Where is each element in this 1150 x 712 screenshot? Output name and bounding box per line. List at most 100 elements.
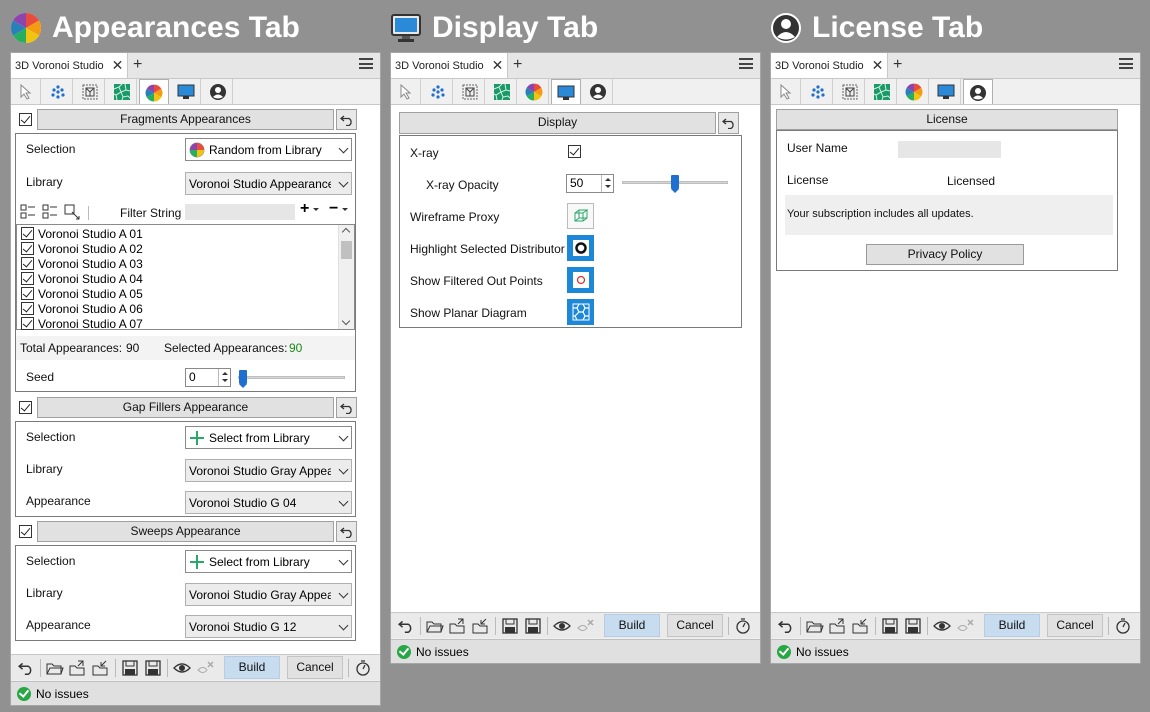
list-item-checkbox[interactable] bbox=[21, 272, 34, 285]
tab-display[interactable] bbox=[551, 79, 581, 105]
build-button[interactable]: Build bbox=[224, 656, 280, 679]
list-item[interactable]: Voronoi Studio A 06 bbox=[21, 301, 143, 316]
cancel-button[interactable]: Cancel bbox=[287, 656, 343, 679]
build-button[interactable]: Build bbox=[604, 614, 660, 637]
list-item[interactable]: Voronoi Studio A 02 bbox=[21, 241, 143, 256]
appearance-list[interactable]: Voronoi Studio A 01 Voronoi Studio A 02 … bbox=[16, 224, 355, 331]
tab-appearances[interactable] bbox=[519, 79, 549, 104]
tab-select[interactable] bbox=[391, 79, 421, 104]
list-item-checkbox[interactable] bbox=[21, 242, 34, 255]
open-button[interactable] bbox=[804, 615, 826, 637]
timer-button[interactable] bbox=[352, 657, 374, 679]
seed-spinbox[interactable]: 0 bbox=[185, 368, 231, 387]
document-tab[interactable]: 3D Voronoi Studio ✕ bbox=[391, 53, 509, 78]
hamburger-menu-icon[interactable] bbox=[359, 58, 373, 69]
timer-button[interactable] bbox=[732, 615, 754, 637]
spin-arrows-icon[interactable] bbox=[218, 369, 230, 386]
open-button[interactable] bbox=[424, 615, 446, 637]
sweeps-reset-button[interactable] bbox=[336, 521, 357, 542]
add-filter-icon[interactable]: + bbox=[300, 200, 309, 218]
tab-bounds[interactable] bbox=[455, 79, 485, 104]
remove-filter-icon[interactable]: − bbox=[329, 200, 338, 218]
list-item-checkbox[interactable] bbox=[21, 227, 34, 240]
tab-display[interactable] bbox=[931, 79, 961, 104]
show-planar-diagram-toggle[interactable] bbox=[567, 299, 594, 325]
export-button[interactable] bbox=[827, 615, 849, 637]
tab-bounds[interactable] bbox=[835, 79, 865, 104]
fragments-selection-dropdown[interactable]: Random from Library bbox=[185, 138, 352, 161]
export-button[interactable] bbox=[447, 615, 469, 637]
wireframe-proxy-toggle[interactable] bbox=[567, 203, 594, 229]
xray-opacity-slider-thumb[interactable] bbox=[671, 175, 679, 193]
license-section-header[interactable]: License bbox=[776, 109, 1118, 130]
highlight-distributor-toggle[interactable] bbox=[567, 235, 594, 261]
xray-opacity-spinbox[interactable]: 50 bbox=[566, 174, 614, 193]
gap-fillers-section-header[interactable]: Gap Fillers Appearance bbox=[37, 397, 334, 418]
tab-license[interactable] bbox=[583, 79, 613, 104]
filter-string-input[interactable] bbox=[185, 204, 295, 220]
display-reset-button[interactable] bbox=[718, 112, 739, 134]
tab-voronoi[interactable] bbox=[487, 79, 517, 104]
tab-points[interactable] bbox=[423, 79, 453, 104]
fragments-section-header[interactable]: Fragments Appearances bbox=[37, 109, 334, 130]
tab-points[interactable] bbox=[803, 79, 833, 104]
list-item[interactable]: Voronoi Studio A 07 bbox=[21, 316, 143, 331]
sweeps-appearance-dropdown[interactable]: Voronoi Studio G 12 bbox=[185, 615, 352, 638]
import-button[interactable] bbox=[470, 615, 492, 637]
close-icon[interactable]: ✕ bbox=[872, 57, 884, 74]
list-item-checkbox[interactable] bbox=[21, 287, 34, 300]
sweeps-section-header[interactable]: Sweeps Appearance bbox=[37, 521, 334, 542]
new-tab-plus-icon[interactable]: + bbox=[513, 56, 522, 74]
hamburger-menu-icon[interactable] bbox=[1119, 58, 1133, 69]
seed-slider-track[interactable] bbox=[238, 376, 345, 379]
fragments-library-dropdown[interactable]: Voronoi Studio Appearance Lib bbox=[185, 172, 352, 195]
tab-select[interactable] bbox=[771, 79, 801, 104]
import-button[interactable] bbox=[850, 615, 872, 637]
document-tab[interactable]: 3D Voronoi Studio ✕ bbox=[11, 53, 129, 78]
save-as-button[interactable] bbox=[142, 657, 164, 679]
tab-voronoi[interactable] bbox=[107, 79, 137, 104]
chevron-down-icon[interactable] bbox=[341, 316, 351, 326]
fragments-enable-checkbox[interactable] bbox=[19, 113, 32, 126]
tab-appearances[interactable] bbox=[899, 79, 929, 104]
uncheck-all-icon[interactable] bbox=[42, 204, 58, 220]
list-item-checkbox[interactable] bbox=[21, 302, 34, 315]
list-item-checkbox[interactable] bbox=[21, 317, 34, 330]
show-filtered-points-toggle[interactable] bbox=[567, 267, 594, 293]
cancel-button[interactable]: Cancel bbox=[667, 614, 723, 637]
list-scrollbar[interactable] bbox=[338, 225, 354, 329]
scrollbar-thumb[interactable] bbox=[341, 241, 352, 259]
tab-voronoi[interactable] bbox=[867, 79, 897, 104]
close-icon[interactable]: ✕ bbox=[492, 57, 504, 74]
list-item[interactable]: Voronoi Studio A 04 bbox=[21, 271, 143, 286]
sweeps-selection-dropdown[interactable]: Select from Library bbox=[185, 550, 352, 573]
open-button[interactable] bbox=[44, 657, 66, 679]
tab-appearances[interactable] bbox=[139, 79, 169, 105]
list-item[interactable]: Voronoi Studio A 01 bbox=[21, 226, 143, 241]
tab-license[interactable] bbox=[203, 79, 233, 104]
invert-selection-icon[interactable] bbox=[64, 204, 80, 220]
gap-fillers-appearance-dropdown[interactable]: Voronoi Studio G 04 bbox=[185, 491, 352, 514]
check-all-icon[interactable] bbox=[20, 204, 36, 220]
tab-license[interactable] bbox=[963, 79, 993, 105]
list-item-checkbox[interactable] bbox=[21, 257, 34, 270]
chevron-down-icon[interactable] bbox=[342, 208, 348, 214]
undo-button[interactable] bbox=[15, 657, 37, 679]
new-tab-plus-icon[interactable]: + bbox=[133, 56, 142, 74]
show-button[interactable] bbox=[931, 615, 953, 637]
cancel-button[interactable]: Cancel bbox=[1047, 614, 1103, 637]
tab-display[interactable] bbox=[171, 79, 201, 104]
gap-fillers-reset-button[interactable] bbox=[336, 397, 357, 418]
new-tab-plus-icon[interactable]: + bbox=[893, 56, 902, 74]
chevron-down-icon[interactable] bbox=[313, 208, 319, 214]
gap-fillers-enable-checkbox[interactable] bbox=[19, 401, 32, 414]
save-button[interactable] bbox=[119, 657, 141, 679]
chevron-up-icon[interactable] bbox=[341, 227, 351, 237]
display-section-header[interactable]: Display bbox=[399, 112, 716, 134]
fragments-reset-button[interactable] bbox=[336, 109, 357, 130]
show-button[interactable] bbox=[551, 615, 573, 637]
tab-bounds[interactable] bbox=[75, 79, 105, 104]
seed-slider-thumb[interactable] bbox=[239, 370, 247, 388]
save-as-button[interactable] bbox=[902, 615, 924, 637]
list-item[interactable]: Voronoi Studio A 05 bbox=[21, 286, 143, 301]
